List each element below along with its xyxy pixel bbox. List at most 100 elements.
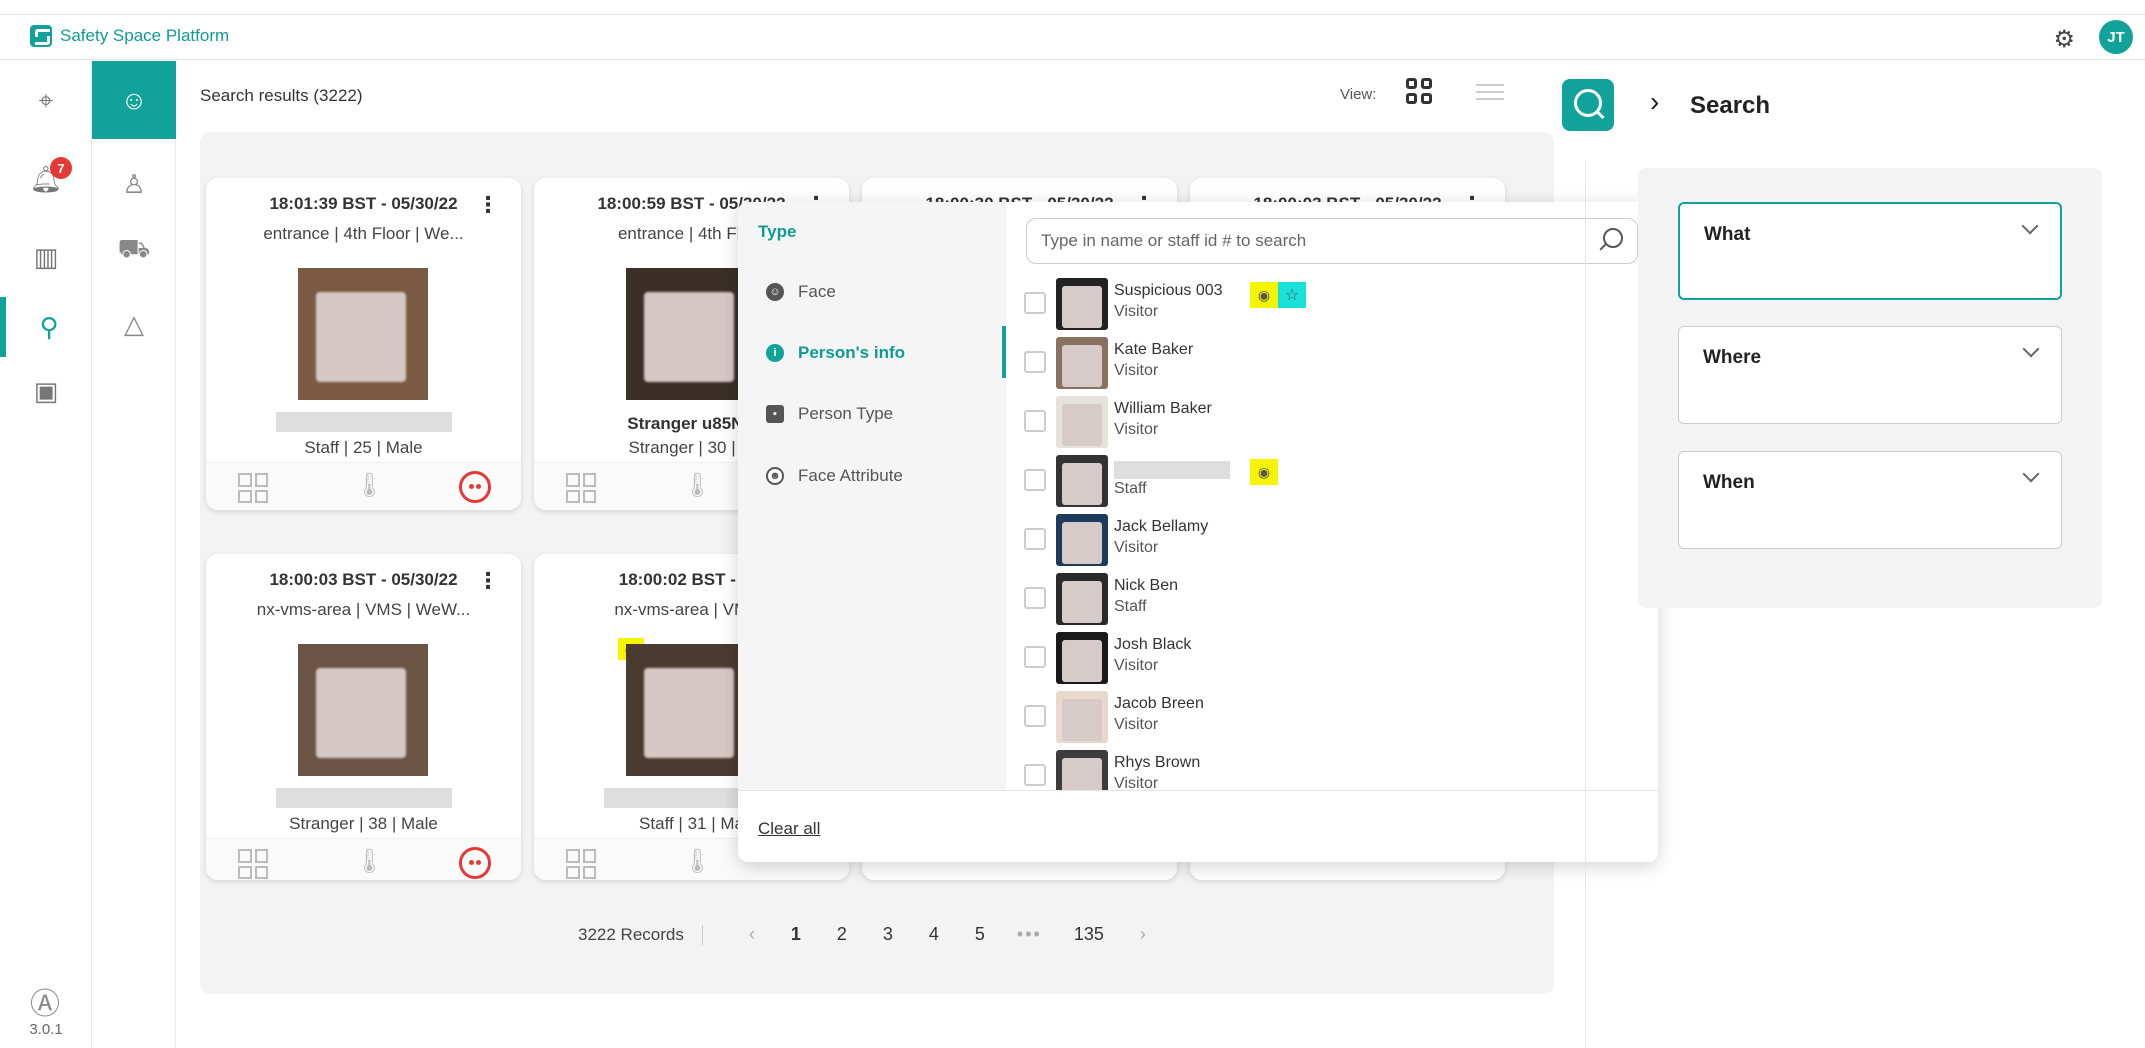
person-search-box[interactable] <box>1026 218 1638 264</box>
tab-person-type[interactable]: ▪ Person Type <box>766 394 1006 434</box>
camera-icon[interactable]: ⌖ <box>0 71 92 131</box>
thermometer-icon[interactable]: 🌡︎ <box>354 847 384 876</box>
person-checkbox[interactable] <box>1024 469 1046 491</box>
chevron-down-icon[interactable] <box>2022 465 2040 483</box>
object-shapes-icon[interactable]: △ <box>92 285 176 363</box>
face-mask-alert-icon[interactable] <box>459 847 491 879</box>
person-thumbnail <box>1056 455 1108 507</box>
face-photo <box>626 268 756 400</box>
list-item[interactable]: Josh Black Visitor <box>1006 630 1658 689</box>
when-filter[interactable]: When <box>1678 451 2062 549</box>
person-checkbox[interactable] <box>1024 646 1046 668</box>
person-thumbnail <box>1056 632 1108 684</box>
next-page-button[interactable]: › <box>1140 924 1146 945</box>
user-avatar[interactable]: JT <box>2099 20 2133 54</box>
person-checkbox[interactable] <box>1024 528 1046 550</box>
person-checkbox[interactable] <box>1024 410 1046 432</box>
list-item[interactable]: Staff ◉ <box>1006 453 1658 512</box>
where-filter[interactable]: Where <box>1678 326 2062 424</box>
more-pages-ellipsis[interactable]: ••• <box>1017 924 1042 945</box>
card-menu-icon[interactable]: ⋮ <box>477 568 499 594</box>
brand[interactable]: Safety Space Platform <box>30 25 229 47</box>
result-card[interactable]: 18:00:03 BST - 05/30/22 ⋮ nx-vms-area | … <box>206 554 521 880</box>
chevron-down-icon[interactable] <box>2021 217 2039 235</box>
prev-page-button[interactable]: ‹ <box>749 924 755 945</box>
list-item[interactable]: Rhys Brown Visitor <box>1006 748 1658 790</box>
notifications-bell-icon[interactable]: 🔔︎ 7 <box>0 149 92 209</box>
list-item[interactable]: Suspicious 003 Visitor ◉ ☆ <box>1006 276 1658 335</box>
person-type: Visitor <box>1114 716 1159 733</box>
view-label: View: <box>1340 86 1377 103</box>
thermometer-icon[interactable]: 🌡︎ <box>354 471 384 500</box>
watchlist-eye-icon[interactable]: ◉ <box>1250 459 1278 485</box>
qr-code-icon[interactable] <box>566 849 596 879</box>
face-search-icon[interactable]: ☺ <box>92 61 176 139</box>
list-item[interactable]: Nick Ben Staff <box>1006 571 1658 630</box>
person-search-input[interactable] <box>1041 229 1581 253</box>
people-card-icon[interactable]: ▣ <box>0 361 92 421</box>
page-2-button[interactable]: 2 <box>837 924 847 945</box>
person-name: William Baker <box>1114 400 1212 417</box>
search-face-icon[interactable]: ⚲ <box>0 297 92 357</box>
last-page-button[interactable]: 135 <box>1074 924 1104 945</box>
tab-persons-info[interactable]: i Person's info <box>766 333 1006 373</box>
panel-divider <box>1585 160 1586 1048</box>
tab-face-label: Face <box>798 282 836 301</box>
what-filter-label: What <box>1704 224 1751 245</box>
dropdown-footer: Clear all <box>738 790 1658 862</box>
list-item[interactable]: Jack Bellamy Visitor <box>1006 512 1658 571</box>
person-checkbox[interactable] <box>1024 587 1046 609</box>
list-item[interactable]: William Baker Visitor <box>1006 394 1658 453</box>
what-filter-dropdown: Type ☺ Face i Person's info ▪ Person Typ… <box>738 202 1658 862</box>
list-item[interactable]: Kate Baker Visitor <box>1006 335 1658 394</box>
search-type-rail: ☺ ♙ ⛟ △ <box>92 61 176 1048</box>
thermometer-icon[interactable]: 🌡︎ <box>682 471 712 500</box>
list-view-icon[interactable] <box>1476 84 1504 100</box>
favorite-star-icon[interactable]: ☆ <box>1278 282 1306 308</box>
card-timestamp: 18:01:39 BST - 05/30/22 <box>269 194 458 213</box>
tab-face[interactable]: ☺ Face <box>766 272 1006 312</box>
card-actions: 🌡︎ <box>206 838 521 880</box>
grid-view-icon[interactable] <box>1406 78 1432 104</box>
person-checkbox[interactable] <box>1024 705 1046 727</box>
settings-gear-icon[interactable]: ⚙ <box>2053 25 2075 54</box>
page-4-button[interactable]: 4 <box>929 924 939 945</box>
card-location: nx-vms-area | VMS | WeW... <box>256 600 471 619</box>
clear-all-link[interactable]: Clear all <box>758 819 820 839</box>
chevron-right-icon[interactable]: › <box>1650 86 1659 118</box>
face-mask-alert-icon[interactable] <box>459 471 491 503</box>
card-menu-icon[interactable]: ⋮ <box>477 192 499 218</box>
search-results-title: Search results (3222) <box>200 86 363 105</box>
analytics-chart-icon[interactable]: ▥ <box>0 227 92 287</box>
what-filter[interactable]: What <box>1678 202 2062 300</box>
person-checkbox[interactable] <box>1024 351 1046 373</box>
face-photo <box>298 268 428 400</box>
person-list: Suspicious 003 Visitor ◉ ☆ Kate Baker Vi… <box>1006 276 1658 790</box>
page-3-button[interactable]: 3 <box>883 924 893 945</box>
result-card[interactable]: 18:01:39 BST - 05/30/22 ⋮ entrance | 4th… <box>206 178 521 510</box>
person-name: Josh Black <box>1114 636 1192 653</box>
person-type: Visitor <box>1114 657 1159 674</box>
person-thumbnail <box>1056 396 1108 448</box>
person-checkbox[interactable] <box>1024 764 1046 786</box>
chevron-down-icon[interactable] <box>2022 340 2040 358</box>
search-icon[interactable] <box>1603 228 1623 248</box>
list-item[interactable]: Jacob Breen Visitor <box>1006 689 1658 748</box>
face-search-button[interactable] <box>1562 79 1614 131</box>
person-type: Visitor <box>1114 539 1159 556</box>
page-5-button[interactable]: 5 <box>975 924 985 945</box>
watchlist-eye-icon[interactable]: ◉ <box>1250 282 1278 308</box>
id-card-icon: ▪ <box>766 405 784 423</box>
qr-code-icon[interactable] <box>238 473 268 503</box>
page-1-button[interactable]: 1 <box>791 924 801 945</box>
person-type: Visitor <box>1114 421 1159 438</box>
qr-code-icon[interactable] <box>238 849 268 879</box>
thermometer-icon[interactable]: 🌡︎ <box>682 847 712 876</box>
person-checkbox[interactable] <box>1024 292 1046 314</box>
when-filter-label: When <box>1703 472 1755 493</box>
tab-face-attribute[interactable]: ☻ Face Attribute <box>766 456 1006 496</box>
vehicle-icon[interactable]: ⛟ <box>92 211 176 289</box>
qr-code-icon[interactable] <box>566 473 596 503</box>
person-name: Nick Ben <box>1114 577 1179 594</box>
company-logo-icon: Ⓐ <box>30 988 60 1021</box>
